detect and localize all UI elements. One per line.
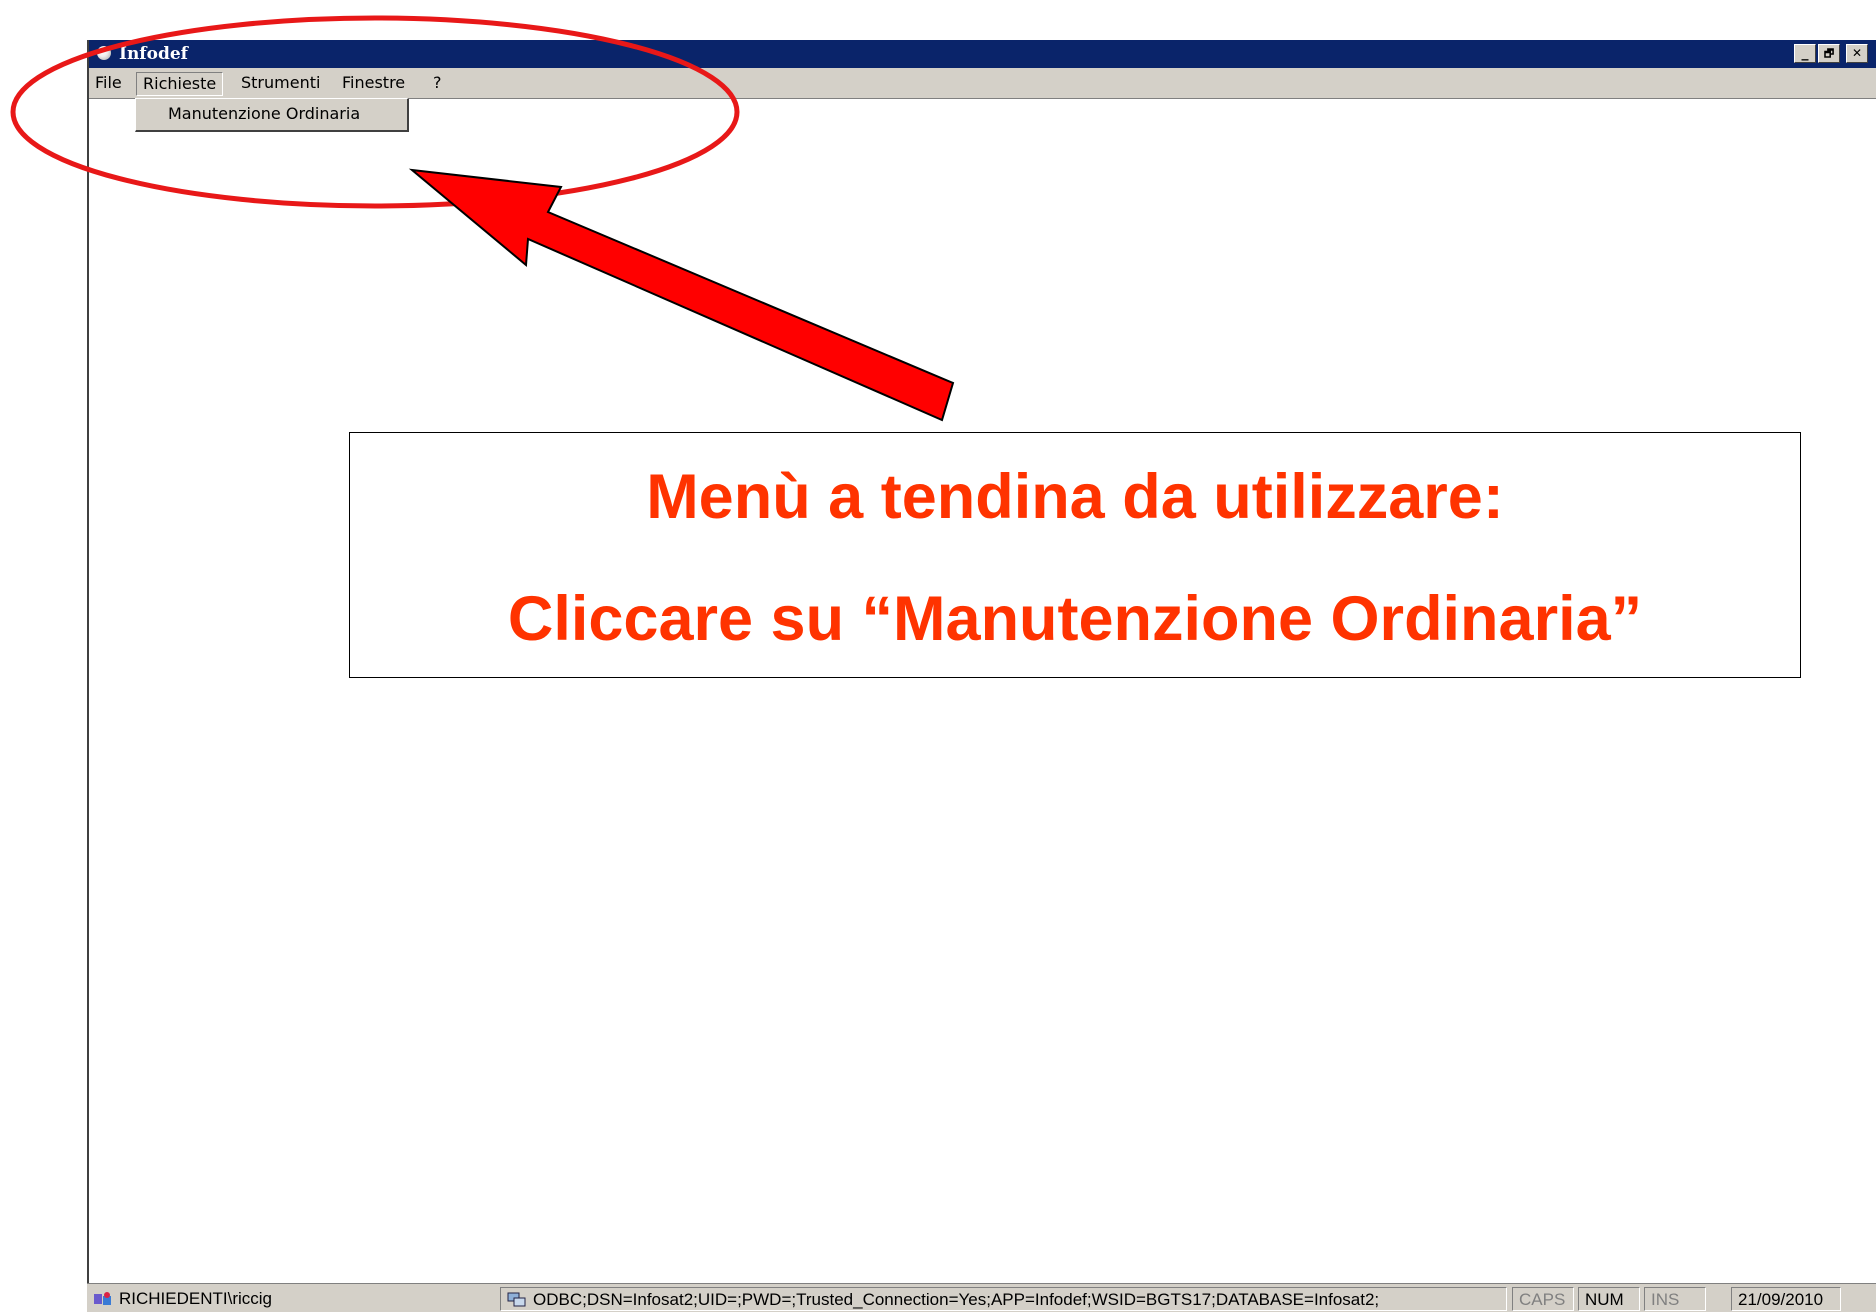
status-date: 21/09/2010 bbox=[1731, 1287, 1841, 1311]
close-button[interactable]: ✕ bbox=[1846, 44, 1868, 63]
menu-item-manutenzione-ordinaria[interactable]: Manutenzione Ordinaria bbox=[168, 104, 360, 123]
restore-icon: 🗗 bbox=[1823, 47, 1835, 60]
app-icon bbox=[97, 46, 111, 60]
menu-finestre[interactable]: Finestre bbox=[336, 72, 411, 94]
status-bar: RICHIEDENTI\riccig ODBC;DSN=Infosat2;UID… bbox=[87, 1283, 1876, 1312]
window-title: Infodef bbox=[119, 44, 188, 64]
callout-line-1: Menù a tendina da utilizzare: bbox=[646, 462, 1504, 532]
menu-strumenti[interactable]: Strumenti bbox=[235, 72, 326, 94]
users-icon bbox=[93, 1290, 113, 1306]
database-connection-icon bbox=[507, 1291, 527, 1307]
status-num: NUM bbox=[1578, 1287, 1640, 1311]
menu-help[interactable]: ? bbox=[427, 72, 448, 94]
menu-richieste[interactable]: Richieste bbox=[136, 72, 224, 96]
status-connection-panel: ODBC;DSN=Infosat2;UID=;PWD=;Trusted_Conn… bbox=[500, 1287, 1507, 1311]
close-icon: ✕ bbox=[1851, 46, 1863, 60]
status-ins: INS bbox=[1644, 1287, 1706, 1311]
callout-line-2: Cliccare su “Manutenzione Ordinaria” bbox=[507, 584, 1643, 654]
minimize-icon: _ bbox=[1801, 45, 1809, 61]
title-bar[interactable]: Infodef _ 🗗 ✕ bbox=[89, 40, 1876, 68]
menu-file[interactable]: File bbox=[89, 72, 128, 94]
restore-button[interactable]: 🗗 bbox=[1818, 44, 1840, 63]
menu-bar: File Richieste Strumenti Finestre ? bbox=[89, 68, 1876, 99]
minimize-button[interactable]: _ bbox=[1794, 44, 1816, 63]
status-caps: CAPS bbox=[1512, 1287, 1574, 1311]
richieste-dropdown-menu: Manutenzione Ordinaria bbox=[135, 98, 409, 132]
status-user: RICHIEDENTI\riccig bbox=[119, 1289, 273, 1308]
status-connection: ODBC;DSN=Infosat2;UID=;PWD=;Trusted_Conn… bbox=[533, 1290, 1380, 1309]
annotation-callout: Menù a tendina da utilizzare: Cliccare s… bbox=[349, 432, 1801, 678]
status-user-panel: RICHIEDENTI\riccig bbox=[87, 1287, 495, 1311]
